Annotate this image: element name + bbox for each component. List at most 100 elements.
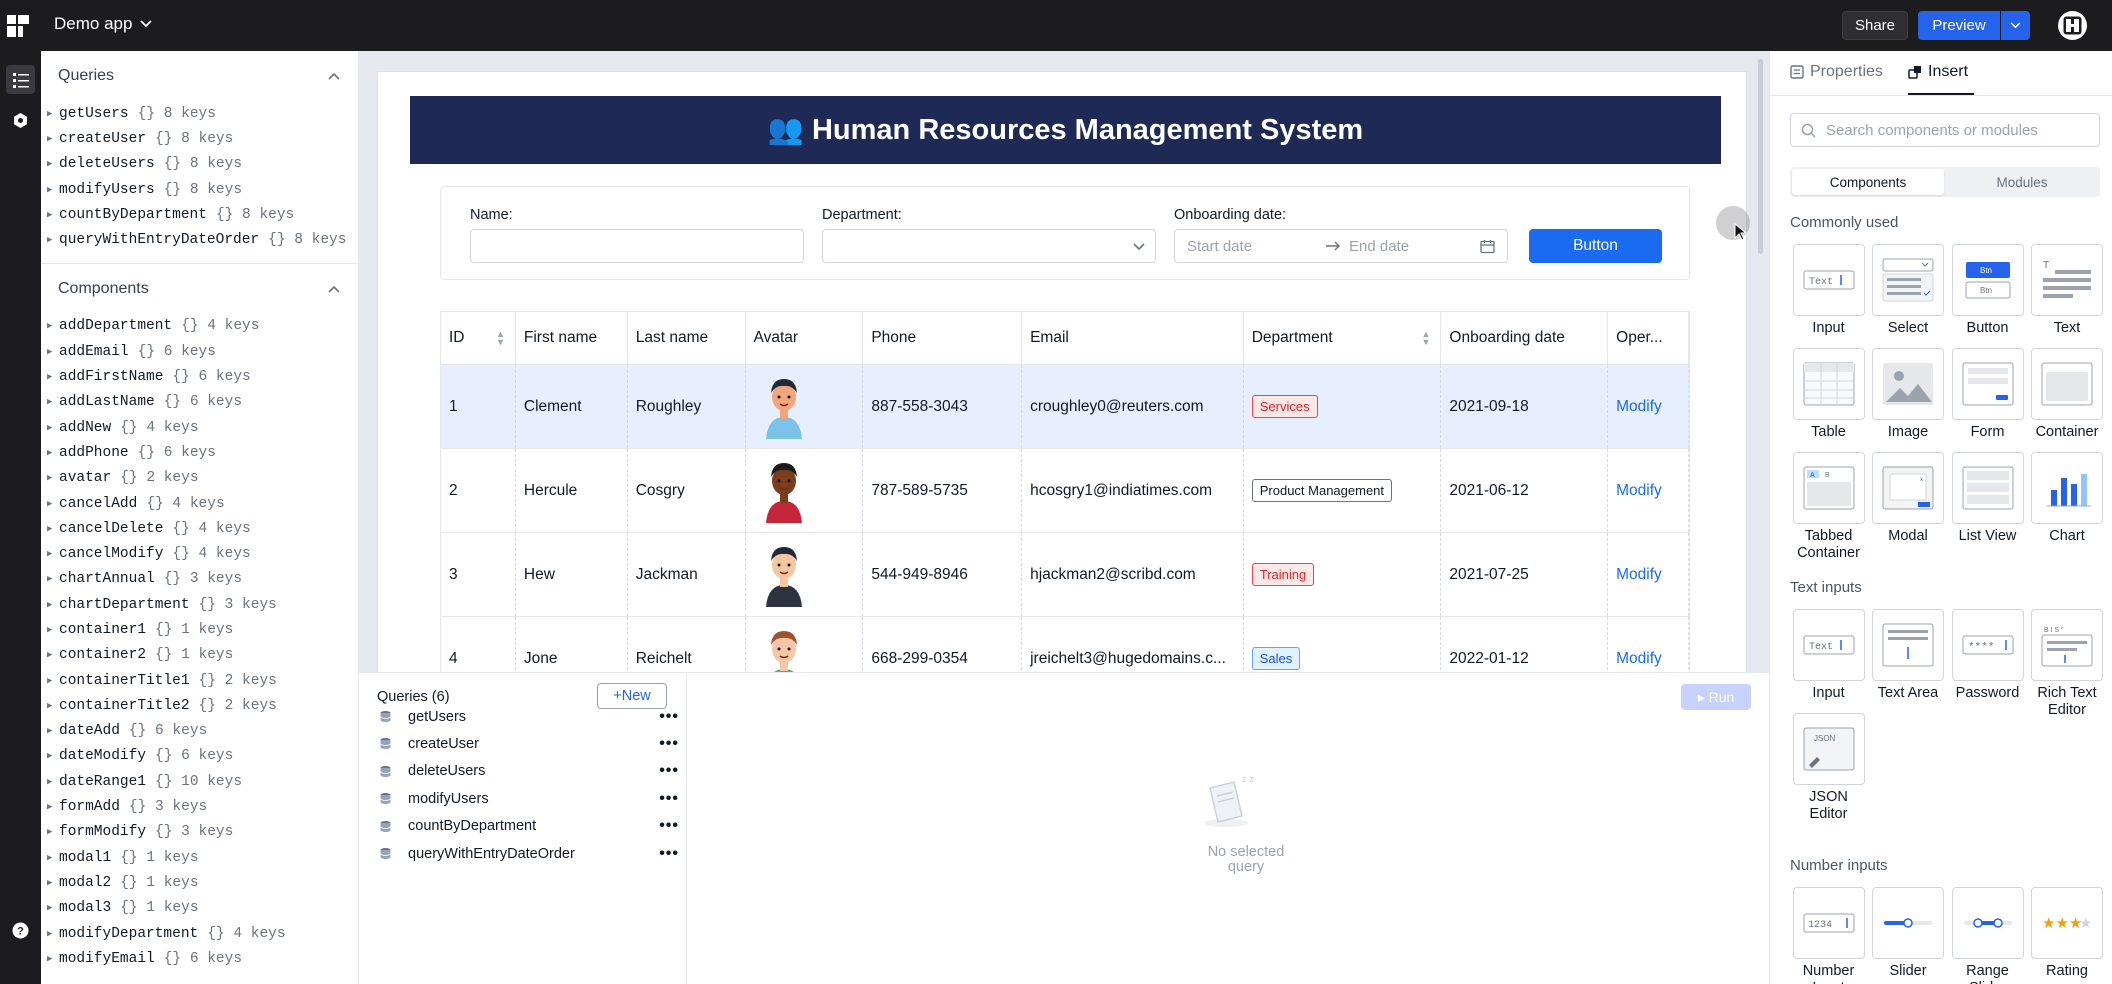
query-list-item[interactable]: createUser •••	[379, 730, 679, 757]
column-header[interactable]: Last name	[627, 312, 746, 364]
tree-item[interactable]: ▶ modal2 {} 1 keys	[41, 870, 358, 895]
component-tile[interactable]: Slider	[1869, 887, 1948, 980]
help-rail-button[interactable]: ?	[6, 916, 35, 945]
caret-right-icon[interactable]: ▶	[47, 751, 59, 761]
component-tile[interactable]: x Modal	[1869, 452, 1948, 545]
caret-right-icon[interactable]: ▶	[47, 726, 59, 736]
search-button[interactable]: Button	[1529, 229, 1662, 263]
component-tile[interactable]: ★★★ ★ Rating	[2028, 887, 2107, 980]
caret-right-icon[interactable]: ▶	[47, 903, 59, 913]
component-tile[interactable]: T Text	[2028, 244, 2107, 337]
tree-item[interactable]: ▶ containerTitle1 {} 2 keys	[41, 668, 358, 693]
tree-item[interactable]: ▶ modifyDepartment {} 4 keys	[41, 921, 358, 946]
tree-item[interactable]: ▶ addPhone {} 6 keys	[41, 440, 358, 465]
tree-item[interactable]: ▶ modal3 {} 1 keys	[41, 896, 358, 921]
component-tile[interactable]: Range Slider	[1948, 887, 2027, 984]
caret-right-icon[interactable]: ▶	[47, 929, 59, 939]
component-tile[interactable]: Image	[1869, 348, 1948, 441]
component-tile[interactable]: Container	[2028, 348, 2107, 441]
tree-item[interactable]: ▶ deleteUsers {} 8 keys	[41, 152, 358, 177]
more-options-icon[interactable]: •••	[659, 790, 679, 808]
caret-right-icon[interactable]: ▶	[47, 777, 59, 787]
column-header[interactable]: Department ▲ ▼	[1243, 312, 1442, 364]
queries-section-header[interactable]: Queries	[41, 51, 358, 101]
component-tile[interactable]: Text Input	[1789, 244, 1868, 337]
canvas-scrollbar[interactable]	[1758, 59, 1763, 254]
query-list-item[interactable]: countByDepartment •••	[379, 813, 679, 840]
column-header[interactable]: Email	[1022, 312, 1244, 364]
query-list-item[interactable]: getUsers •••	[379, 703, 679, 730]
tree-item[interactable]: ▶ formModify {} 3 keys	[41, 820, 358, 845]
component-tile[interactable]: Select	[1869, 244, 1948, 337]
modify-link[interactable]: Modify	[1616, 398, 1662, 416]
modify-link[interactable]: Modify	[1616, 566, 1662, 584]
caret-right-icon[interactable]: ▶	[47, 423, 59, 433]
column-header[interactable]: First name	[515, 312, 628, 364]
query-list-item[interactable]: queryWithEntryDateOrder •••	[379, 840, 679, 867]
caret-right-icon[interactable]: ▶	[47, 347, 59, 357]
tree-item[interactable]: ▶ addLastName {} 6 keys	[41, 390, 358, 415]
settings-rail-button[interactable]	[6, 106, 35, 135]
component-tile[interactable]: Btn Btn Button	[1948, 244, 2027, 337]
chevron-up-icon[interactable]	[328, 72, 340, 80]
tree-item[interactable]: ▶ chartDepartment {} 3 keys	[41, 592, 358, 617]
components-section-header[interactable]: Components	[41, 264, 358, 314]
share-button[interactable]: Share	[1842, 11, 1908, 40]
caret-right-icon[interactable]: ▶	[47, 650, 59, 660]
table-row[interactable]: 4 Jone Reichelt 668-299-0354 jreichelt3@huge…	[441, 617, 1690, 672]
caret-right-icon[interactable]: ▶	[47, 701, 59, 711]
app-name-dropdown[interactable]: Demo app	[54, 14, 153, 34]
caret-right-icon[interactable]: ▶	[47, 802, 59, 812]
more-options-icon[interactable]: •••	[659, 735, 679, 753]
tree-item[interactable]: ▶ countByDepartment {} 8 keys	[41, 202, 358, 227]
seg-modules[interactable]: Modules	[1946, 169, 2098, 195]
caret-right-icon[interactable]: ▶	[47, 954, 59, 964]
caret-right-icon[interactable]: ▶	[47, 473, 59, 483]
caret-right-icon[interactable]: ▶	[47, 448, 59, 458]
caret-right-icon[interactable]: ▶	[47, 878, 59, 888]
explorer-rail-button[interactable]	[6, 65, 35, 94]
column-header[interactable]: Oper...	[1608, 312, 1690, 364]
tab-insert[interactable]: Insert	[1908, 63, 1968, 81]
caret-right-icon[interactable]: ▶	[47, 109, 59, 119]
tree-item[interactable]: ▶ dateAdd {} 6 keys	[41, 719, 358, 744]
component-tile[interactable]: Form	[1948, 348, 2027, 441]
modify-link[interactable]: Modify	[1616, 650, 1662, 668]
more-options-icon[interactable]: •••	[659, 762, 679, 780]
tree-item[interactable]: ▶ addDepartment {} 4 keys	[41, 314, 358, 339]
more-options-icon[interactable]: •••	[659, 817, 679, 835]
column-header[interactable]: ID ▲ ▼	[441, 312, 516, 364]
tree-item[interactable]: ▶ addFirstName {} 6 keys	[41, 364, 358, 389]
name-input[interactable]	[470, 229, 804, 263]
component-tile[interactable]: Text Area	[1869, 609, 1948, 702]
tree-item[interactable]: ▶ createUser {} 8 keys	[41, 126, 358, 151]
tree-item[interactable]: ▶ dateRange1 {} 10 keys	[41, 769, 358, 794]
caret-right-icon[interactable]: ▶	[47, 625, 59, 635]
component-tile[interactable]: **** Password	[1948, 609, 2027, 702]
caret-right-icon[interactable]: ▶	[47, 853, 59, 863]
component-tile[interactable]: B I S ” Rich Text Editor	[2028, 609, 2107, 719]
tree-item[interactable]: ▶ getUsers {} 8 keys	[41, 101, 358, 126]
tree-item[interactable]: ▶ cancelModify {} 4 keys	[41, 541, 358, 566]
seg-components[interactable]: Components	[1792, 169, 1944, 195]
sort-icon[interactable]: ▲ ▼	[1421, 330, 1430, 347]
user-avatar[interactable]	[2058, 11, 2087, 40]
table-row[interactable]: 1 Clement Roughley 887-558-3043 croughley0@r…	[441, 365, 1690, 449]
component-tile[interactable]: 1234 Number Input	[1789, 887, 1868, 984]
caret-right-icon[interactable]: ▶	[47, 159, 59, 169]
component-tile[interactable]: Text Input	[1789, 609, 1868, 702]
caret-right-icon[interactable]: ▶	[47, 549, 59, 559]
component-search-input[interactable]: Search components or modules	[1790, 113, 2100, 147]
query-list-item[interactable]: deleteUsers •••	[379, 758, 679, 785]
tree-item[interactable]: ▶ addNew {} 4 keys	[41, 415, 358, 440]
query-list-item[interactable]: modifyUsers •••	[379, 785, 679, 812]
modify-link[interactable]: Modify	[1616, 482, 1662, 500]
tree-item[interactable]: ▶ chartAnnual {} 3 keys	[41, 567, 358, 592]
caret-right-icon[interactable]: ▶	[47, 600, 59, 610]
tree-item[interactable]: ▶ modifyUsers {} 8 keys	[41, 177, 358, 202]
tree-item[interactable]: ▶ modal1 {} 1 keys	[41, 845, 358, 870]
table-row[interactable]: 3 Hew Jackman 544-949-8946 hjackman2@scribd.…	[441, 533, 1690, 617]
department-select[interactable]	[822, 229, 1156, 263]
caret-right-icon[interactable]: ▶	[47, 134, 59, 144]
caret-right-icon[interactable]: ▶	[47, 676, 59, 686]
